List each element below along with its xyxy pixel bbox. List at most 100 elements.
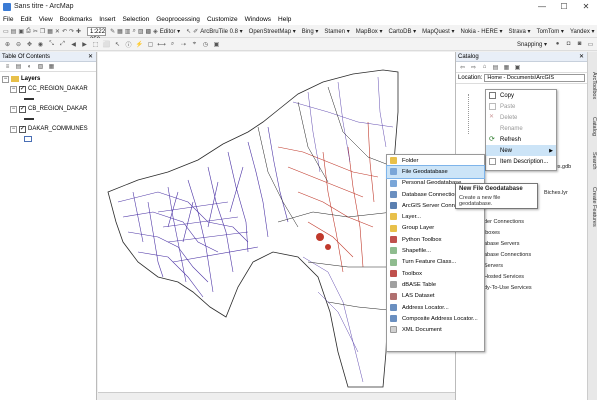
menu-file[interactable]: File (3, 16, 13, 23)
html-popup-icon[interactable]: ▢ (146, 40, 155, 49)
table-icon[interactable]: ▦ (117, 27, 123, 36)
tomtom-menu[interactable]: TomTom ▾ (537, 28, 564, 35)
edit-tool-icon[interactable]: ↖ (186, 27, 191, 36)
modelbuilder-icon[interactable]: ◈ (153, 27, 158, 36)
catalog-window-icon[interactable]: ▥ (125, 27, 131, 36)
menu-help[interactable]: Help (278, 16, 291, 23)
copy-icon[interactable]: ❐ (40, 27, 45, 36)
list-by-selection-icon[interactable]: ▧ (36, 62, 45, 71)
open-icon[interactable]: ▤ (11, 27, 17, 36)
fixed-zoom-out-icon[interactable]: ⤢ (58, 40, 67, 49)
end-snapping-icon[interactable]: ◘ (564, 40, 573, 49)
list-by-source-icon[interactable]: ▤ (14, 62, 23, 71)
menu-item-paste[interactable]: Paste (486, 101, 556, 112)
python-window-icon[interactable]: ▩ (145, 27, 151, 36)
arcbrutile-menu[interactable]: ArcBruTile 0.8 ▾ (200, 28, 242, 35)
location-input[interactable]: Home - Documents\ArcGIS (484, 74, 585, 82)
paste-icon[interactable]: ▦ (47, 27, 53, 36)
menu-edit[interactable]: Edit (20, 16, 31, 23)
print-icon[interactable]: ⎙ (26, 27, 31, 36)
options-icon[interactable]: ▦ (47, 62, 56, 71)
collapse-icon[interactable]: − (2, 75, 9, 83)
save-icon[interactable]: ▣ (18, 27, 24, 36)
strava-menu[interactable]: Strava ▾ (509, 28, 531, 35)
line-symbol-icon[interactable] (24, 98, 34, 100)
polygon-symbol-icon[interactable] (24, 136, 32, 142)
add-data-icon[interactable]: ✚ (76, 27, 81, 36)
menu-item-copy[interactable]: Copy (486, 90, 556, 101)
forward-extent-icon[interactable]: ▶ (80, 40, 89, 49)
menu-windows[interactable]: Windows (245, 16, 271, 23)
cartodb-menu[interactable]: CartoDB ▾ (388, 28, 416, 35)
select-features-icon[interactable]: ⬚ (91, 40, 100, 49)
mapquest-menu[interactable]: MapQuest ▾ (422, 28, 454, 35)
measure-icon[interactable]: ⟷ (157, 40, 166, 49)
layers-root[interactable]: − Layers (2, 74, 94, 84)
find-route-icon[interactable]: ⇢ (179, 40, 188, 49)
mapbox-menu[interactable]: MapBox ▾ (356, 28, 383, 35)
fixed-zoom-in-icon[interactable]: ⤡ (47, 40, 56, 49)
menu-item-file-geodatabase[interactable]: File Geodatabase (386, 165, 485, 179)
go-to-xy-icon[interactable]: ⌖ (190, 40, 199, 49)
full-extent-icon[interactable]: ◉ (36, 40, 45, 49)
menu-item-new[interactable]: New ▶ (486, 145, 556, 156)
menu-item-turn-feature-class[interactable]: Turn Feature Class... (387, 257, 484, 268)
sketch-tool-icon[interactable]: ✐ (193, 27, 198, 36)
menu-item-folder[interactable]: Folder (387, 155, 484, 166)
snapping-menu[interactable]: Snapping ▾ (517, 41, 547, 48)
catalog-item[interactable]: Biches.lyr (544, 190, 568, 196)
point-snapping-icon[interactable]: ● (553, 40, 562, 49)
list-by-drawing-order-icon[interactable]: ≡ (3, 62, 12, 71)
find-icon[interactable]: ⌕ (168, 40, 177, 49)
menu-item-refresh[interactable]: ⟳ Refresh (486, 134, 556, 145)
back-extent-icon[interactable]: ◀ (69, 40, 78, 49)
catalog-item[interactable]: abase Servers (484, 241, 519, 247)
layer-visibility-checkbox[interactable]: ✓ (19, 125, 26, 133)
search-window-icon[interactable]: ⌕ (132, 27, 135, 36)
menu-view[interactable]: View (39, 16, 53, 23)
back-icon[interactable]: ⇦ (458, 63, 467, 72)
catalog-item[interactable]: dy-To-Use Services (484, 285, 532, 291)
catalog-item[interactable]: der Connections (484, 219, 524, 225)
bing-menu[interactable]: Bing ▾ (302, 28, 319, 35)
close-button[interactable]: ✕ (575, 2, 597, 11)
menu-bookmarks[interactable]: Bookmarks (60, 16, 93, 23)
yandex-menu[interactable]: Yandex ▾ (570, 28, 595, 35)
layer-visibility-checkbox[interactable]: ✓ (19, 85, 26, 93)
menu-item-dbase-table[interactable]: dBASE Table (387, 279, 484, 290)
list-by-visibility-icon[interactable]: ◐ (25, 62, 34, 71)
toggle-contents-icon[interactable]: ▦ (502, 63, 511, 72)
catalog-item[interactable]: Servers (484, 263, 503, 269)
close-icon[interactable]: ✕ (88, 53, 93, 60)
zoom-in-icon[interactable]: ⊕ (3, 40, 12, 49)
menu-item-python-toolbox[interactable]: Python Toolbox (387, 234, 484, 245)
minimize-button[interactable]: — (531, 2, 553, 11)
menu-item-item-description[interactable]: Item Description... (486, 156, 556, 167)
maximize-button[interactable]: ☐ (553, 2, 575, 11)
menu-item-shapefile[interactable]: Shapefile... (387, 245, 484, 256)
catalog-item[interactable]: lboxes (484, 230, 500, 236)
menu-item-xml-document[interactable]: XML Document (387, 324, 484, 335)
home-icon[interactable]: ⌂ (480, 63, 489, 72)
forward-icon[interactable]: ⇨ (469, 63, 478, 72)
menu-item-toolbox[interactable]: Toolbox (387, 268, 484, 279)
connect-folder-icon[interactable]: ▤ (491, 63, 500, 72)
menu-item-address-locator[interactable]: Address Locator... (387, 302, 484, 313)
tab-arctoolbox[interactable]: ArcToolbox (589, 72, 597, 99)
menu-item-group-layer[interactable]: Group Layer (387, 223, 484, 234)
menu-geoprocessing[interactable]: Geoprocessing (156, 16, 200, 23)
menu-insert[interactable]: Insert (99, 16, 115, 23)
layer-visibility-checkbox[interactable]: ✓ (19, 105, 26, 113)
catalog-item[interactable]: Hosted Services (484, 274, 524, 280)
undo-icon[interactable]: ↶ (62, 27, 67, 36)
tab-search[interactable]: Search (589, 152, 597, 169)
tab-create-features[interactable]: Create Features (589, 187, 597, 227)
edge-snapping-icon[interactable]: ▭ (586, 40, 595, 49)
tab-catalog[interactable]: Catalog (589, 117, 597, 136)
menu-customize[interactable]: Customize (207, 16, 238, 23)
vertex-snapping-icon[interactable]: ◙ (575, 40, 584, 49)
menu-selection[interactable]: Selection (122, 16, 149, 23)
line-symbol-icon[interactable] (24, 118, 34, 120)
close-icon[interactable]: ✕ (579, 53, 584, 60)
nokia-here-menu[interactable]: Nokia - HERE ▾ (461, 28, 503, 35)
